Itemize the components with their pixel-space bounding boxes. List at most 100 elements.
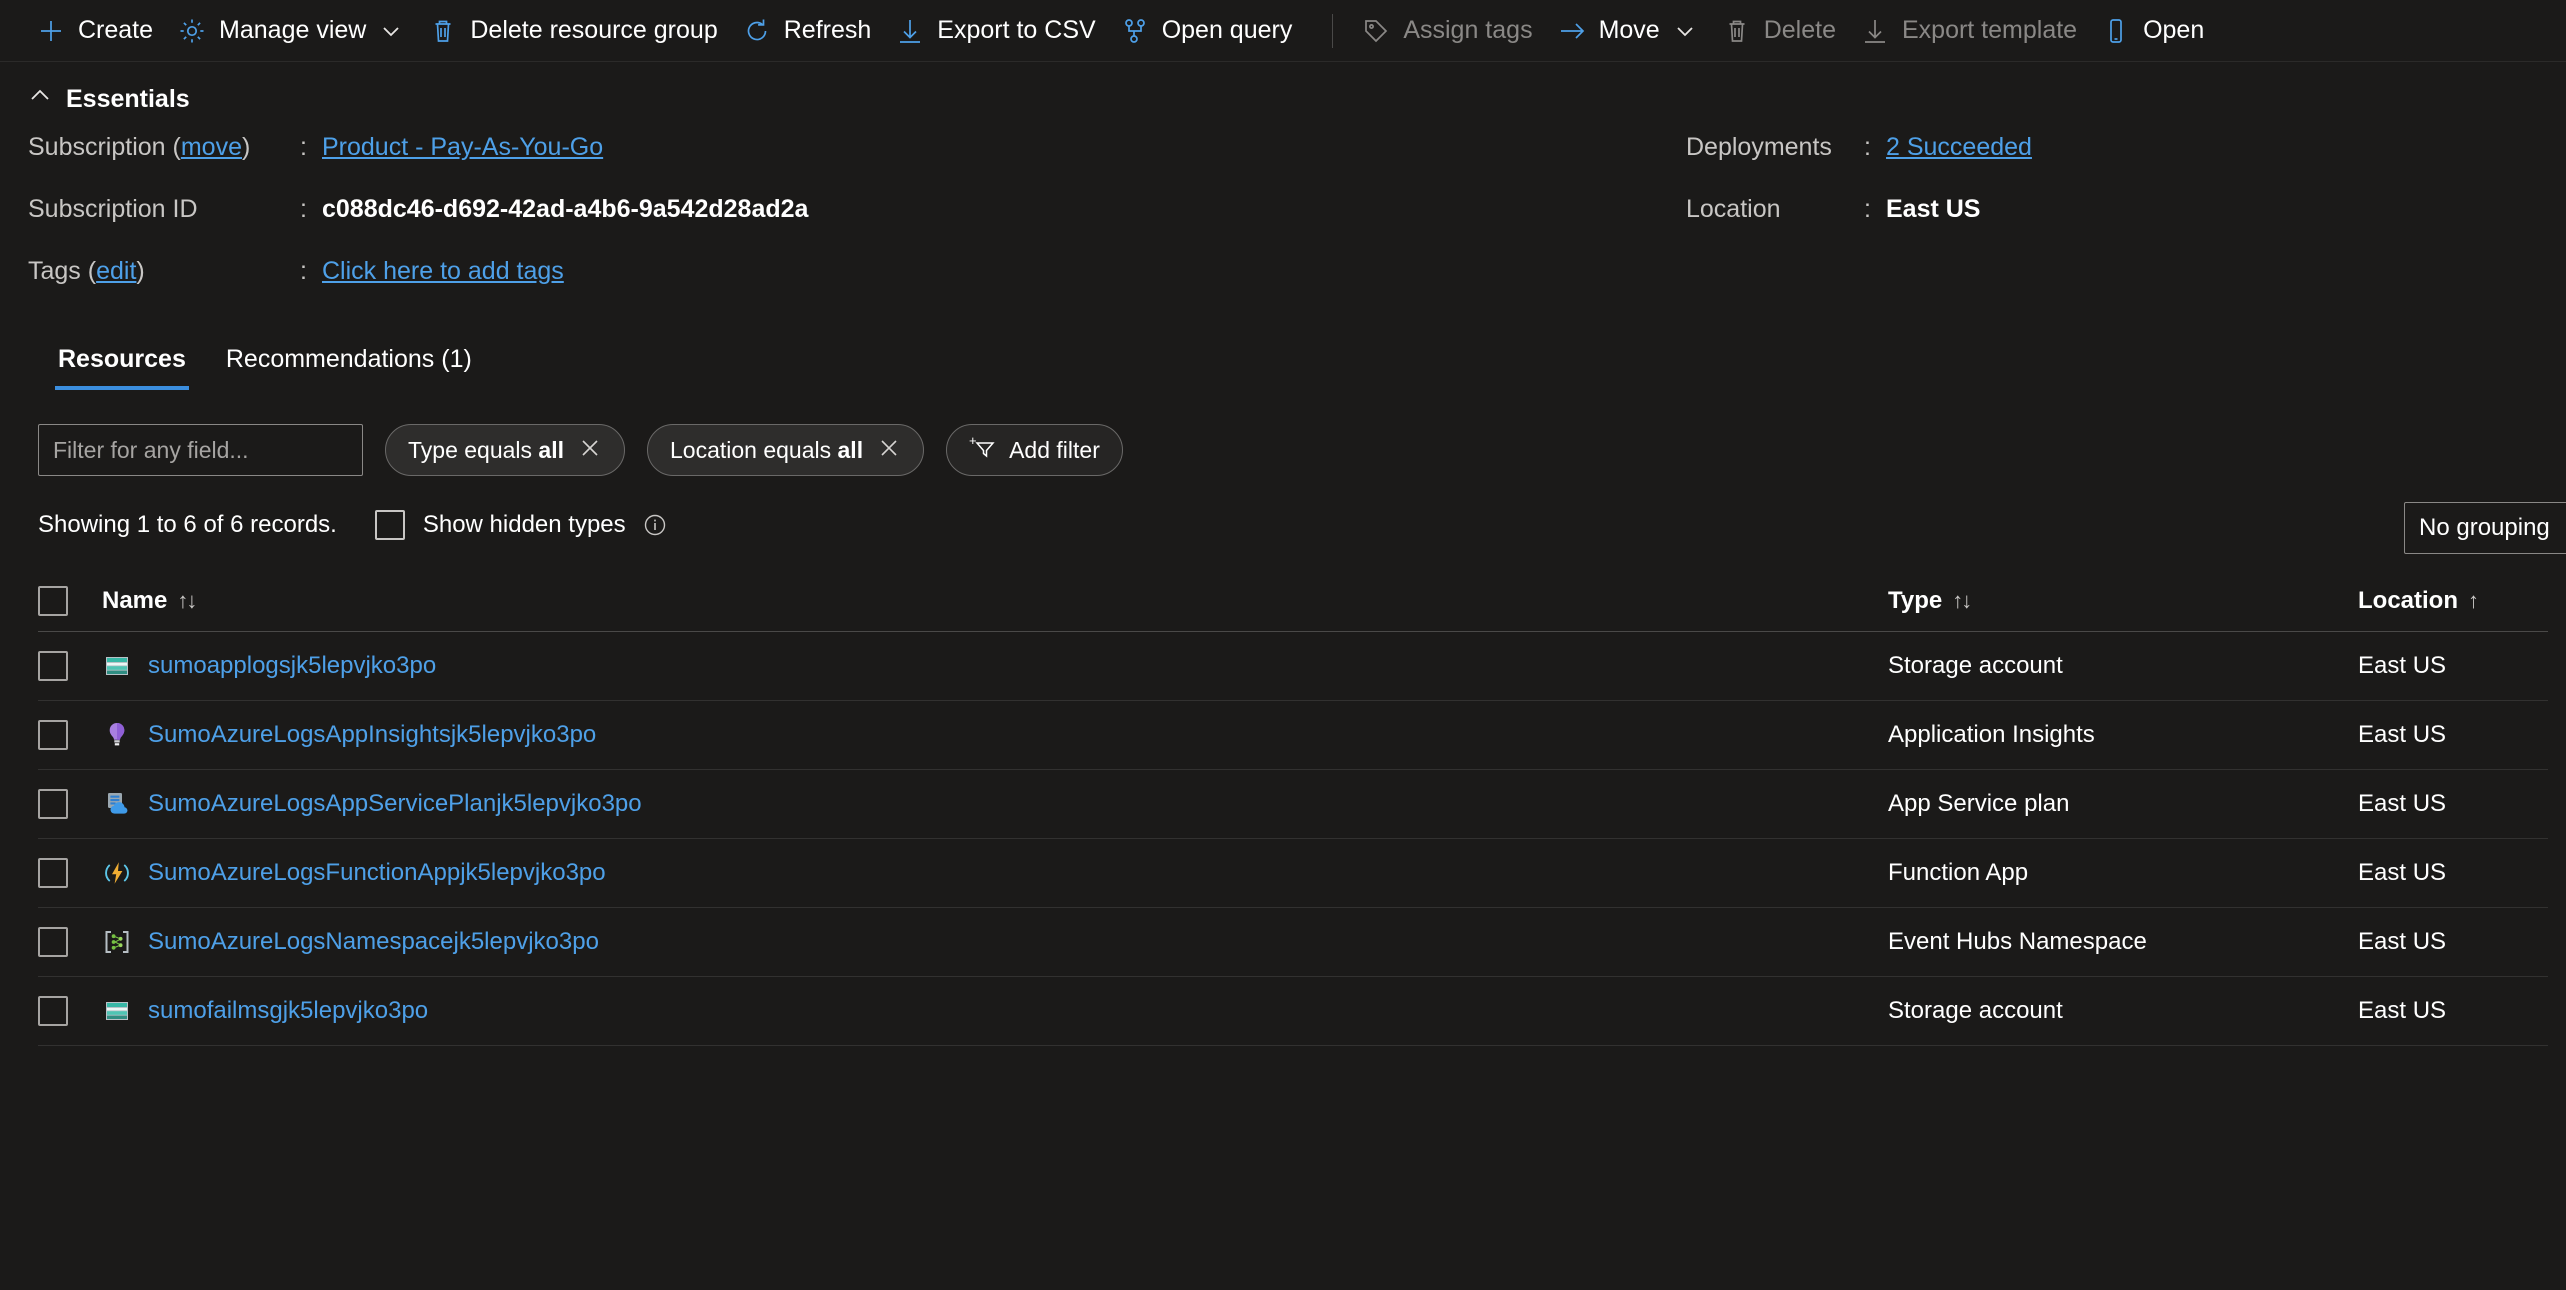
deployments-value-link[interactable]: 2 Succeeded (1886, 133, 2032, 162)
resource-name-link[interactable]: sumoapplogsjk5lepvjko3po (148, 652, 436, 680)
column-header-name[interactable]: Name ↑↓ (102, 587, 195, 615)
toolbar-button-delete-resource-group[interactable]: Delete resource group (422, 8, 735, 54)
mobile-icon (2101, 16, 2131, 46)
toolbar-button-label: Assign tags (1403, 16, 1532, 45)
row-checkbox-cell (38, 996, 102, 1026)
resource-name-link[interactable]: SumoAzureLogsFunctionAppjk5lepvjko3po (148, 859, 606, 887)
location-colon: : (1864, 195, 1886, 224)
row-checkbox[interactable] (38, 858, 68, 888)
essentials-row-deployments: Deployments : 2 Succeeded (1686, 133, 2032, 195)
toolbar-button-label: Create (78, 16, 153, 45)
tab-label: Resources (58, 345, 186, 373)
toolbar-separator (1332, 14, 1333, 48)
chevron-down-icon (378, 18, 404, 44)
chevron-down-icon (1672, 18, 1698, 44)
show-hidden-types-checkbox[interactable] (375, 510, 405, 540)
row-location-cell: East US (2358, 790, 2548, 818)
table-row[interactable]: SumoAzureLogsAppServicePlanjk5lepvjko3po… (38, 770, 2548, 839)
essentials-grid: Subscription (move) : Product - Pay-As-Y… (0, 123, 2566, 319)
tags-colon: : (300, 257, 322, 286)
toolbar-button-label: Open query (1162, 16, 1293, 45)
show-hidden-types-label: Show hidden types (423, 511, 626, 539)
tags-edit-link[interactable]: edit (96, 257, 136, 285)
filter-bar: Type equals all Location equals all + Add… (0, 390, 2566, 476)
deployments-label: Deployments (1686, 133, 1864, 162)
toolbar-button-label: Export to CSV (937, 16, 1095, 45)
row-type-cell: Storage account (1888, 997, 2358, 1025)
chevron-up-icon (28, 84, 52, 115)
essentials-right-column: Deployments : 2 Succeeded Location : Eas… (1686, 133, 2032, 257)
row-location-cell: East US (2358, 652, 2548, 680)
toolbar-button-move[interactable]: Move (1551, 8, 1716, 54)
table-header-row: Name ↑↓ Type ↑↓ Location ↑ (38, 570, 2548, 632)
resource-name-link[interactable]: sumofailmsgjk5lepvjko3po (148, 997, 428, 1025)
filter-pill-type[interactable]: Type equals all (385, 424, 625, 476)
subscription-move-link[interactable]: move (181, 133, 242, 161)
azure-resource-group-page: Create Manage viewDelete resource group Re… (0, 0, 2566, 1290)
toolbar-button-open-query[interactable]: Open query (1114, 8, 1311, 54)
select-all-checkbox[interactable] (38, 586, 68, 616)
row-name-cell: SumoAzureLogsFunctionAppjk5lepvjko3po (102, 858, 1888, 888)
resources-table: Name ↑↓ Type ↑↓ Location ↑ (38, 570, 2548, 1046)
column-header-location[interactable]: Location ↑ (2358, 587, 2548, 615)
row-type-cell: Event Hubs Namespace (1888, 928, 2358, 956)
essentials-header[interactable]: Essentials (0, 62, 2566, 123)
grouping-dropdown[interactable]: No grouping (2404, 502, 2566, 554)
table-row[interactable]: SumoAzureLogsFunctionAppjk5lepvjko3poFun… (38, 839, 2548, 908)
row-name-cell: SumoAzureLogsAppInsightsjk5lepvjko3po (102, 720, 1888, 750)
toolbar-button-export-to-csv[interactable]: Export to CSV (889, 8, 1113, 54)
column-header-type[interactable]: Type ↑↓ (1888, 587, 2358, 615)
table-row[interactable]: SumoAzureLogsNamespacejk5lepvjko3po Event… (38, 908, 2548, 977)
row-checkbox[interactable] (38, 651, 68, 681)
toolbar-button-refresh[interactable]: Refresh (736, 8, 890, 54)
row-checkbox[interactable] (38, 720, 68, 750)
subscription-id-value: c088dc46-d692-42ad-a4b6-9a542d28ad2a (322, 195, 808, 224)
trash-icon (1722, 16, 1752, 46)
filter-pill-location[interactable]: Location equals all (647, 424, 924, 476)
row-checkbox[interactable] (38, 927, 68, 957)
row-location-cell: East US (2358, 721, 2548, 749)
row-checkbox[interactable] (38, 789, 68, 819)
resource-name-link[interactable]: SumoAzureLogsAppServicePlanjk5lepvjko3po (148, 790, 642, 818)
subscription-id-label: Subscription ID (28, 195, 300, 224)
close-icon[interactable] (877, 436, 901, 464)
toolbar-button-create[interactable]: Create (30, 8, 171, 54)
toolbar-button-label: Move (1599, 16, 1660, 45)
event-hubs-namespace-icon (102, 927, 132, 957)
filter-pill-label: Type equals all (408, 437, 564, 464)
app-service-plan-icon (102, 789, 132, 819)
resource-name-link[interactable]: SumoAzureLogsAppInsightsjk5lepvjko3po (148, 721, 596, 749)
row-location-cell: East US (2358, 859, 2548, 887)
info-icon[interactable] (642, 512, 668, 538)
content-tabs: Resources Recommendations (1) (0, 319, 2566, 390)
subscription-value-link[interactable]: Product - Pay-As-You-Go (322, 133, 603, 162)
toolbar-button-delete: Delete (1716, 8, 1854, 54)
row-checkbox-cell (38, 789, 102, 819)
row-type-cell: Storage account (1888, 652, 2358, 680)
toolbar-button-label: Refresh (784, 16, 872, 45)
subscription-colon: : (300, 133, 322, 162)
resource-name-link[interactable]: SumoAzureLogsNamespacejk5lepvjko3po (148, 928, 599, 956)
table-row[interactable]: sumoapplogsjk5lepvjko3po Storage accountE… (38, 632, 2548, 701)
search-input[interactable] (38, 424, 363, 476)
filter-pill-label: Location equals all (670, 437, 863, 464)
add-tags-link[interactable]: Click here to add tags (322, 257, 564, 286)
function-app-icon (102, 858, 132, 888)
subscription-label: Subscription (move) (28, 133, 300, 162)
tab-recommendations-1[interactable]: Recommendations (1) (206, 337, 492, 390)
add-filter-label: Add filter (1009, 437, 1100, 464)
toolbar-button-open[interactable]: Open (2095, 8, 2222, 54)
deployments-colon: : (1864, 133, 1886, 162)
close-icon[interactable] (578, 436, 602, 464)
plus-icon (36, 16, 66, 46)
application-insights-icon (102, 720, 132, 750)
row-checkbox[interactable] (38, 996, 68, 1026)
gear-icon (177, 16, 207, 46)
toolbar-button-manage-view[interactable]: Manage view (171, 8, 422, 54)
table-row[interactable]: SumoAzureLogsAppInsightsjk5lepvjko3poApp… (38, 701, 2548, 770)
add-filter-button[interactable]: + Add filter (946, 424, 1123, 476)
tab-resources[interactable]: Resources (38, 337, 206, 390)
table-row[interactable]: sumofailmsgjk5lepvjko3poStorage accountE… (38, 977, 2548, 1046)
toolbar-button-label: Export template (1902, 16, 2077, 45)
row-name-cell: SumoAzureLogsAppServicePlanjk5lepvjko3po (102, 789, 1888, 819)
